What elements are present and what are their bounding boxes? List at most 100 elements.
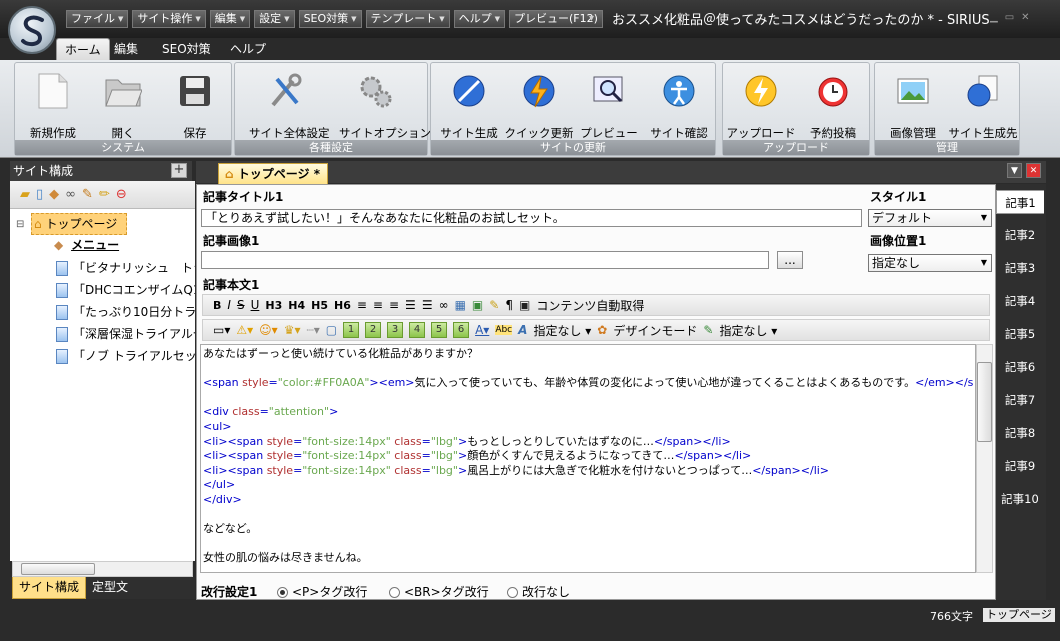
image-input[interactable]	[201, 251, 769, 269]
open-button[interactable]: 開く	[87, 71, 159, 141]
site-settings-button[interactable]: サイト全体設定	[249, 71, 330, 141]
article-tab[interactable]: 記事10	[996, 487, 1044, 511]
article-tab[interactable]: 記事5	[996, 322, 1044, 346]
tree-root-node[interactable]: ⌂ トップページ	[31, 213, 127, 235]
num-2-button[interactable]: 2	[365, 322, 382, 338]
image-insert-icon[interactable]: ▣	[472, 298, 483, 312]
linebreak-option-br[interactable]: <BR>タグ改行	[389, 583, 489, 600]
upload-button[interactable]: アップロード	[725, 71, 797, 141]
auto-fetch-button[interactable]: コンテンツ自動取得	[536, 297, 644, 314]
bold-button[interactable]: B	[213, 299, 221, 312]
num-3-button[interactable]: 3	[387, 322, 404, 338]
tree-menu-node[interactable]: ◆ メニュー	[54, 235, 119, 255]
close-icon[interactable]: ✕	[1026, 163, 1041, 178]
wrench-icon[interactable]: ✎	[82, 187, 93, 202]
pane-menu-button[interactable]: ▼	[1007, 163, 1022, 178]
image-manager-button[interactable]: 画像管理	[877, 71, 949, 141]
article-tab[interactable]: 記事9	[996, 454, 1044, 478]
article-tab[interactable]: 記事6	[996, 355, 1044, 379]
document-tab[interactable]: ⌂ トップページ *	[218, 163, 328, 184]
site-options-button[interactable]: サイトオプション	[339, 71, 431, 141]
collapse-icon[interactable]: ⊟	[16, 215, 24, 235]
title-input[interactable]: 「とりあえず試したい！」そんなあなたに化粧品のお試しセット。	[201, 209, 862, 227]
quick-update-button[interactable]: クイック更新	[503, 71, 575, 141]
align-left-icon[interactable]: ≡	[357, 298, 367, 312]
bullet-list-icon[interactable]: ☰	[422, 298, 433, 312]
tree-page-node[interactable]: 「ビタナリッシュ トライ	[56, 258, 195, 278]
tab-home[interactable]: ホーム	[56, 38, 110, 60]
tree-page-node[interactable]: 「DHCコエンザイムQ1	[56, 280, 195, 300]
emoji-icon[interactable]: ☺▾	[259, 323, 278, 337]
menu-settings[interactable]: 設定 ▼	[254, 10, 295, 28]
linebreak-option-p[interactable]: <P>タグ改行	[277, 583, 367, 600]
paragraph-icon[interactable]: ¶	[505, 298, 513, 312]
page-icon[interactable]: ▯	[36, 187, 43, 202]
num-5-button[interactable]: 5	[431, 322, 448, 338]
underline-button[interactable]: U	[251, 298, 260, 312]
font-color-icon[interactable]: A▾	[475, 323, 489, 337]
save-button[interactable]: 保存	[159, 71, 231, 141]
box-dropdown[interactable]: ▭▾	[213, 323, 230, 337]
tab-templates[interactable]: 定型文	[86, 577, 134, 599]
num-6-button[interactable]: 6	[453, 322, 470, 338]
article-tab[interactable]: 記事8	[996, 421, 1044, 445]
new-button[interactable]: 新規作成	[17, 71, 89, 141]
tree-page-node[interactable]: 「ノブ トライアルセット	[56, 346, 195, 366]
menu-help[interactable]: ヘルプ ▼	[453, 10, 505, 28]
tab-site-structure[interactable]: サイト構成	[12, 577, 87, 599]
italic-button[interactable]: I	[227, 298, 231, 312]
browse-button[interactable]: ...	[777, 251, 803, 269]
warning-icon[interactable]: ⚠▾	[236, 323, 253, 337]
tag-icon[interactable]: ◆	[49, 187, 59, 202]
h4-button[interactable]: H4	[288, 299, 305, 312]
scrollbar-thumb[interactable]	[977, 362, 992, 442]
menu-template[interactable]: テンプレート ▼	[365, 10, 450, 28]
crown-icon[interactable]: ♛▾	[284, 323, 301, 337]
quick-access-chevron-icon[interactable]: ▾	[589, 13, 594, 24]
article-tab[interactable]: 記事4	[996, 289, 1044, 313]
menu-site-ops[interactable]: サイト操作 ▼	[132, 10, 206, 28]
generate-site-button[interactable]: サイト生成	[433, 71, 505, 141]
num-4-button[interactable]: 4	[409, 322, 426, 338]
align-center-icon[interactable]: ≡	[373, 298, 383, 312]
pencil-icon[interactable]: ✏	[99, 187, 110, 202]
check-site-button[interactable]: サイト確認	[643, 71, 715, 141]
tab-seo[interactable]: SEO対策	[154, 38, 219, 60]
window-controls[interactable]: ▁▭✕	[990, 12, 1037, 23]
body-editor[interactable]: あなたはずーっと使い続けている化粧品がありますか？ <span style="c…	[200, 344, 976, 573]
h6-button[interactable]: H6	[334, 299, 351, 312]
divider-dropdown[interactable]: ┈▾	[306, 323, 319, 337]
design-mode-button[interactable]: デザインモード	[613, 322, 697, 339]
align-right-icon[interactable]: ≡	[389, 298, 399, 312]
folder-icon[interactable]: ▰	[20, 187, 30, 202]
article-tab[interactable]: 記事7	[996, 388, 1044, 412]
scrollbar-thumb[interactable]	[21, 563, 95, 575]
numbered-list-icon[interactable]: ☰	[405, 298, 416, 312]
output-folder-button[interactable]: サイト生成先	[947, 71, 1019, 141]
strike-button[interactable]: S	[237, 298, 245, 312]
edit-icon[interactable]: ✎	[489, 298, 499, 312]
h3-button[interactable]: H3	[265, 299, 282, 312]
menu-edit[interactable]: 編集 ▼	[209, 10, 251, 28]
image-position-select[interactable]: 指定なし ▼	[868, 254, 992, 272]
table-icon[interactable]: ▦	[455, 298, 466, 312]
class-dropdown[interactable]: 指定なし ▾	[719, 322, 777, 339]
schedule-post-button[interactable]: 予約投稿	[797, 71, 869, 141]
article-tab[interactable]: 記事1	[996, 190, 1044, 214]
preview-button[interactable]: プレビュー	[573, 71, 645, 141]
menu-file[interactable]: ファイル ▼	[66, 10, 129, 28]
article-tab[interactable]: 記事2	[996, 223, 1044, 247]
tab-edit[interactable]: 編集	[106, 38, 146, 60]
tree-page-node[interactable]: 「深層保湿トライアルセ	[56, 324, 195, 344]
add-page-button[interactable]: +	[171, 163, 187, 178]
tree-page-node[interactable]: 「たっぷり10日分トライ	[56, 302, 195, 322]
app-menu-orb[interactable]	[8, 6, 56, 54]
link-icon[interactable]: ∞	[65, 187, 76, 202]
speech-bubble-icon[interactable]: ▢	[326, 323, 337, 337]
delete-icon[interactable]: ⊖	[116, 187, 127, 202]
abc-icon[interactable]: Abc	[495, 325, 513, 335]
font-style-dropdown[interactable]: 指定なし ▾	[533, 322, 591, 339]
linebreak-option-none[interactable]: 改行なし	[507, 583, 570, 600]
link-icon[interactable]: ∞	[439, 298, 449, 312]
menu-seo[interactable]: SEO対策 ▼	[298, 10, 362, 28]
